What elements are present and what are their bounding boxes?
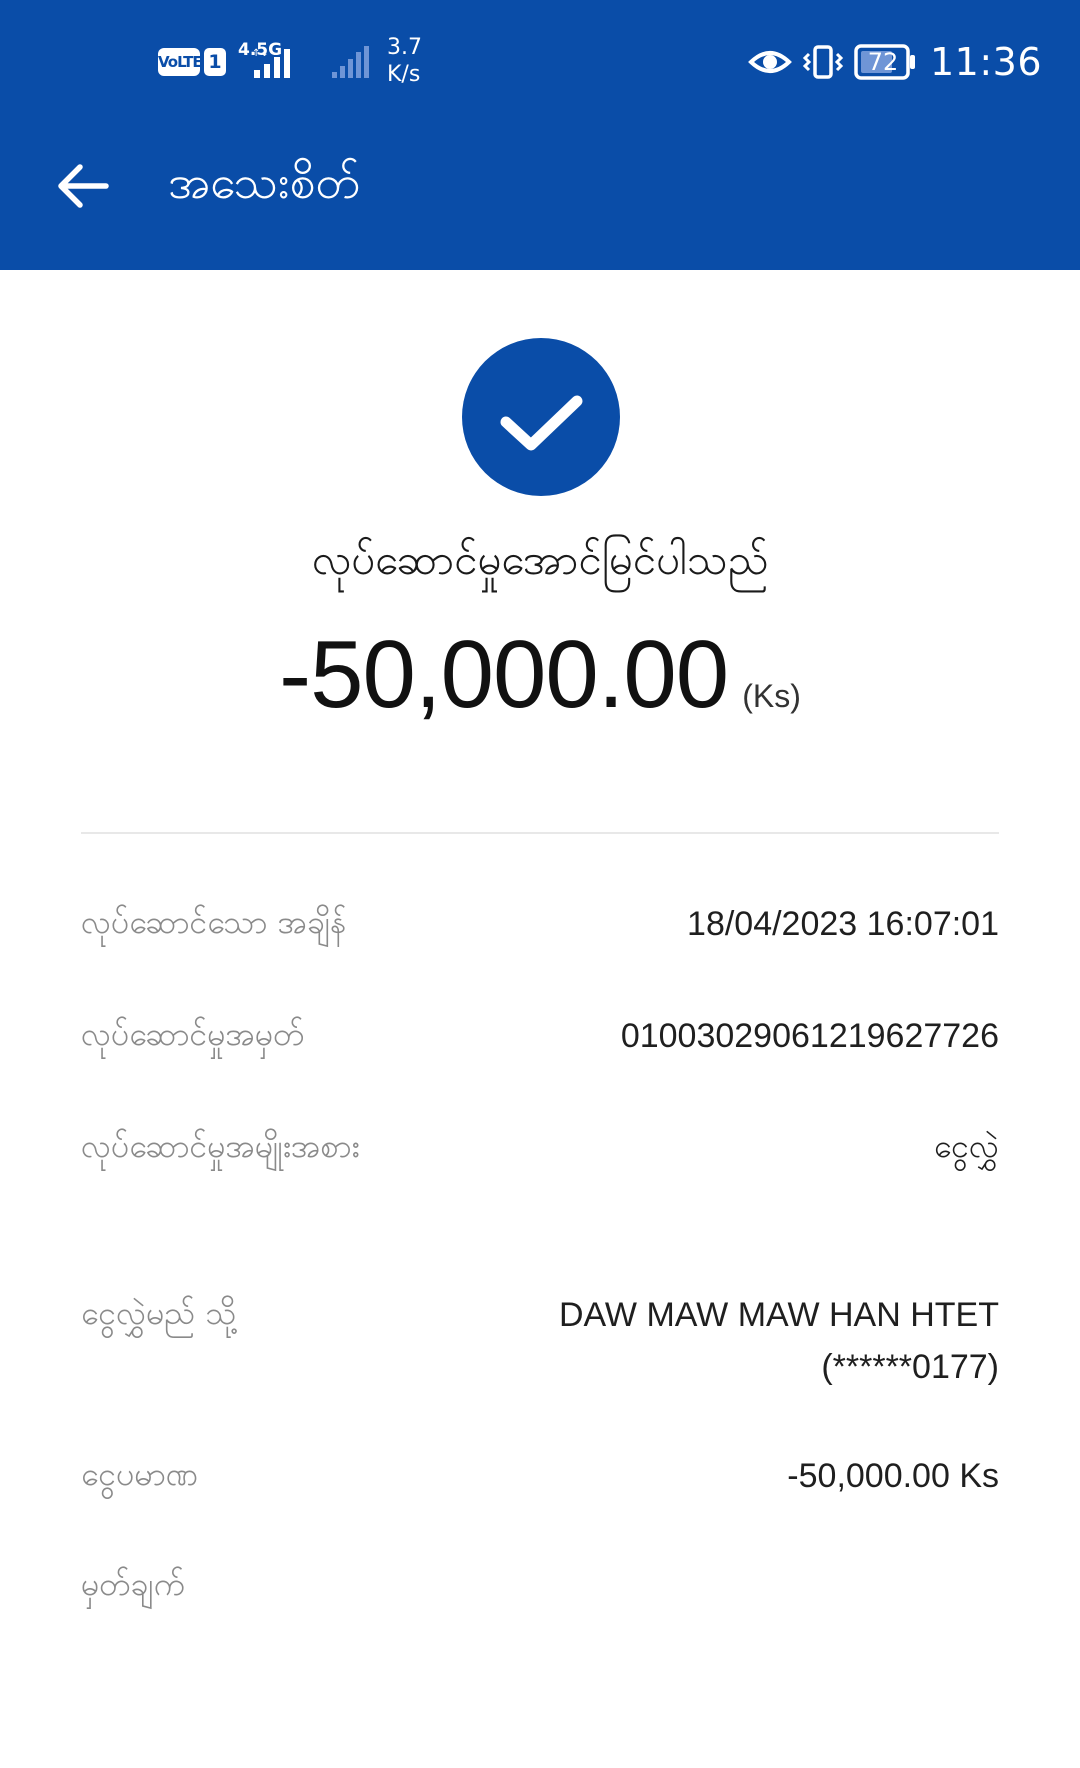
recipient-account: (******0177) — [821, 1348, 999, 1386]
detail-row-note: မှတ်ချက် — [81, 1556, 999, 1616]
vibrate-icon — [802, 45, 844, 79]
detail-row-transaction-id: လုပ်ဆောင်မှုအမှတ် 01003029061219627726 — [81, 1006, 999, 1066]
detail-label: လုပ်ဆောင်မှုအမျိုးအစား — [81, 1127, 360, 1165]
check-icon — [500, 395, 583, 451]
speed-value: 3.7 — [387, 35, 422, 60]
volte-badge: VoLTE — [158, 48, 203, 76]
detail-value: 01003029061219627726 — [620, 1017, 999, 1055]
amount-value: -50,000.00 — [279, 621, 729, 728]
amount-display: -50,000.00 (Ks) — [0, 620, 1080, 730]
status-bar: VoLTE 1 4.5G ↑↓ 3.7 K/s 72 11:36 — [0, 0, 1080, 130]
detail-label: လုပ်ဆောင်သော အချိန် — [81, 903, 347, 941]
speed-unit: K/s — [387, 62, 421, 87]
detail-label: ငွေပမာဏ — [81, 1455, 199, 1493]
battery-level: 72 — [867, 48, 899, 76]
detail-value: ငွေလွှဲ — [933, 1127, 999, 1165]
signal-icon-secondary — [332, 46, 369, 78]
success-badge — [462, 338, 620, 496]
status-time: 11:36 — [930, 40, 1043, 84]
detail-label: မှတ်ချက် — [81, 1565, 185, 1603]
back-button[interactable] — [54, 160, 114, 212]
detail-value: 18/04/2023 16:07:01 — [687, 905, 999, 943]
detail-row-amount: ငွေပမာဏ -50,000.00 Ks — [81, 1446, 999, 1506]
network-speed: 3.7 K/s — [387, 34, 422, 88]
page-title: အသေးစိတ် — [168, 155, 361, 209]
svg-text:↑↓: ↑↓ — [252, 48, 269, 59]
eye-icon — [748, 51, 792, 73]
amount-currency: (Ks) — [742, 678, 801, 714]
recipient-name: DAW MAW MAW HAN HTET — [558, 1296, 999, 1334]
detail-row-time: လုပ်ဆောင်သော အချိန် 18/04/2023 16:07:01 — [81, 894, 999, 954]
divider — [81, 832, 999, 834]
detail-row-transaction-type: လုပ်ဆောင်မှုအမျိုးအစား ငွေလွှဲ — [81, 1118, 999, 1228]
detail-label: လုပ်ဆောင်မှုအမှတ် — [81, 1015, 305, 1053]
detail-value: -50,000.00 Ks — [787, 1457, 999, 1495]
detail-row-recipient: ငွေလွှဲမည် သို့ DAW MAW MAW HAN HTET (**… — [81, 1285, 999, 1395]
battery-icon: 72 — [854, 44, 916, 80]
detail-label: ငွေလွှဲမည် သို့ — [81, 1294, 237, 1332]
signal-icon: ↑↓ — [252, 48, 290, 78]
sim-badge: 1 — [204, 48, 226, 76]
app-header: VoLTE 1 4.5G ↑↓ 3.7 K/s 72 11:36 အသေးစိတ… — [0, 0, 1080, 270]
arrow-left-icon — [58, 164, 109, 208]
result-status: လုပ်ဆောင်မှုအောင်မြင်ပါသည် — [311, 535, 769, 584]
